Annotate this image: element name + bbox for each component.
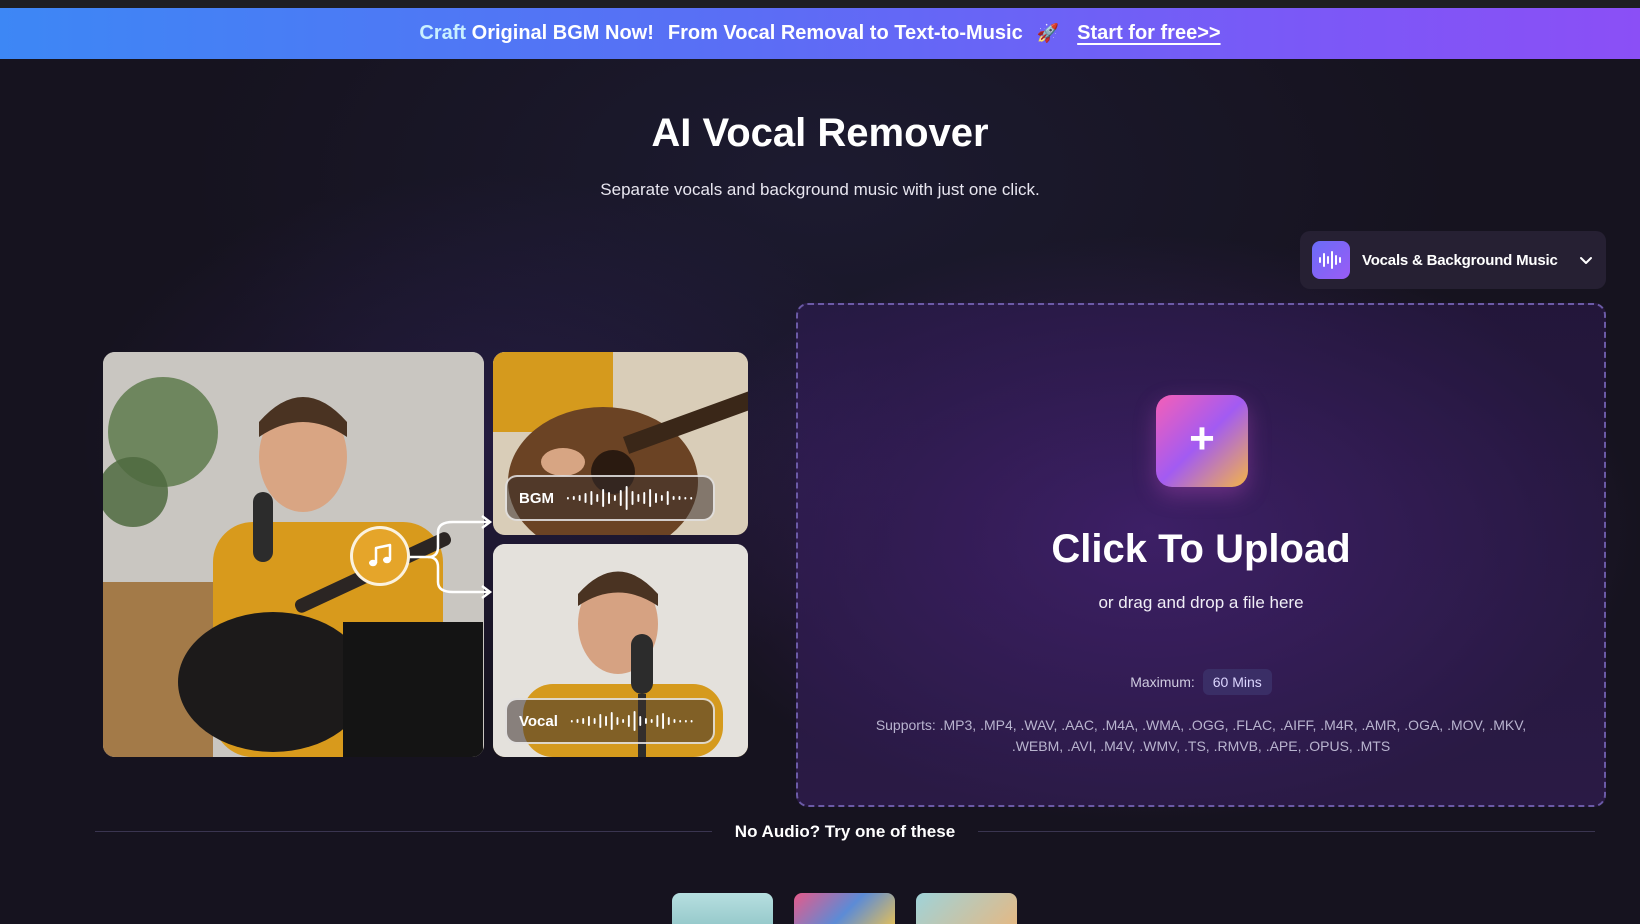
main-content: AI Vocal Remover Separate vocals and bac…: [0, 59, 1640, 924]
sample-audio-thumbnail[interactable]: [672, 893, 773, 924]
waveform-icon: [566, 486, 693, 510]
chevron-down-icon: [1580, 257, 1592, 264]
banner-craft-word: Craft: [419, 22, 467, 44]
max-duration-badge: 60 Mins: [1202, 669, 1272, 695]
guitar-closeup-photo: BGM: [493, 352, 748, 535]
waveform-icon: [1312, 241, 1350, 279]
window-top-edge: [0, 0, 1640, 8]
page-subtitle: Separate vocals and background music wit…: [600, 180, 1040, 199]
rocket-icon: 🚀: [1036, 23, 1060, 43]
max-duration-label: Maximum:: [1130, 674, 1195, 690]
samples-divider: No Audio? Try one of these: [95, 822, 1595, 842]
waveform-icon: [570, 711, 693, 731]
split-arrows: [408, 515, 493, 599]
divider-line-right: [978, 831, 1595, 832]
divider-line-left: [95, 831, 712, 832]
banner-headline: Craft Original BGM Now!: [419, 22, 653, 45]
vocal-separation-illustration: BGM Vocal: [103, 352, 748, 757]
sample-audio-list: [672, 893, 1032, 924]
sample-audio-thumbnail[interactable]: [916, 893, 1017, 924]
promo-banner: Craft Original BGM Now! From Vocal Remov…: [0, 8, 1640, 59]
upload-title: Click To Upload: [1051, 527, 1351, 571]
plus-icon: +: [1189, 414, 1215, 463]
bgm-waveform-pill: BGM: [505, 475, 715, 521]
banner-message: From Vocal Removal to Text-to-Music: [667, 22, 1023, 44]
upload-dropzone[interactable]: + Click To Upload or drag and drop a fil…: [796, 303, 1606, 807]
start-for-free-link[interactable]: Start for free>>: [1077, 22, 1220, 45]
separation-mode-dropdown[interactable]: Vocals & Background Music: [1300, 231, 1606, 289]
upload-button[interactable]: +: [1156, 395, 1248, 487]
samples-heading: No Audio? Try one of these: [734, 822, 956, 841]
supported-formats: Supports: .MP3, .MP4, .WAV, .AAC, .M4A, …: [875, 717, 1527, 754]
vocal-label: Vocal: [519, 712, 558, 730]
max-duration: Maximum: 60 Mins: [798, 669, 1604, 695]
vocal-waveform-pill: Vocal: [505, 698, 715, 744]
separation-mode-label: Vocals & Background Music: [1362, 251, 1558, 269]
bgm-label: BGM: [519, 489, 554, 507]
upload-subtitle: or drag and drop a file here: [1098, 593, 1304, 612]
page-title: AI Vocal Remover: [651, 111, 989, 155]
sample-audio-thumbnail[interactable]: [794, 893, 895, 924]
music-note-icon: [350, 526, 410, 586]
banner-original-bgm: Original BGM Now!: [471, 22, 654, 44]
singer-microphone-photo: Vocal: [493, 544, 748, 757]
